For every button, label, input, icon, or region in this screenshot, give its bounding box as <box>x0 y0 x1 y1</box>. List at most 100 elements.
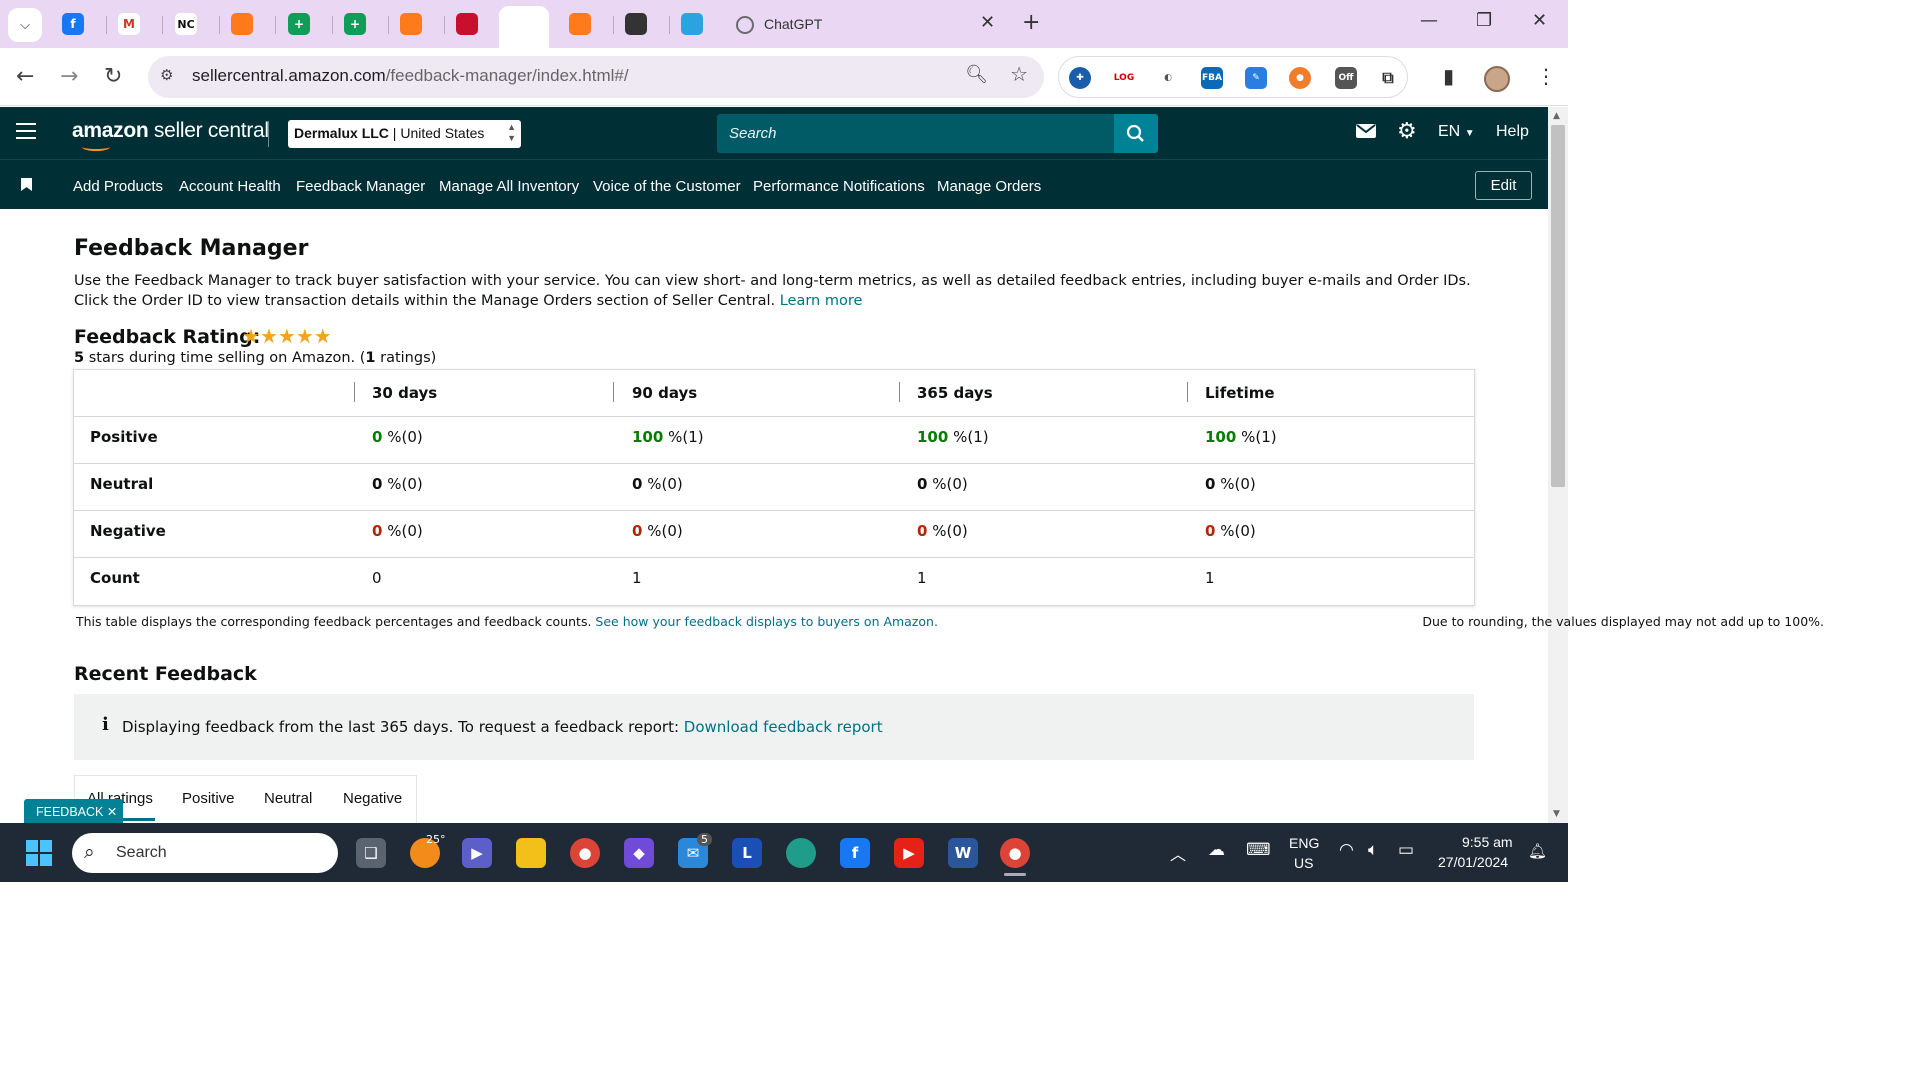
extension-icon[interactable]: ✎ <box>1245 67 1267 89</box>
off-extension-icon[interactable]: Off <box>1335 67 1357 89</box>
facebook-app-icon[interactable]: f <box>840 838 870 868</box>
row-label: Negative <box>90 522 166 540</box>
cell-value: 0 <box>917 522 928 540</box>
volume-icon[interactable]: 🔈︎ <box>1368 840 1378 860</box>
edge-icon[interactable] <box>786 838 816 868</box>
scroll-up-icon[interactable]: ▲ <box>1553 111 1560 121</box>
amazon-seller-central-logo[interactable]: amazon seller central <box>72 119 269 151</box>
nc-icon[interactable]: NC <box>175 13 197 35</box>
url-text[interactable]: sellercentral.amazon.com/feedback-manage… <box>192 66 629 86</box>
tab-amazon-active[interactable] <box>499 6 549 48</box>
minimize-icon[interactable]: — <box>1420 10 1438 31</box>
tab-neutral[interactable]: Neutral <box>264 790 312 807</box>
keyboard-icon[interactable]: ⌨ <box>1246 840 1271 860</box>
new-tab-button[interactable]: + <box>1022 10 1040 35</box>
clock-time[interactable]: 9:55 am <box>1462 834 1513 850</box>
close-icon[interactable]: ✕ <box>107 805 117 819</box>
close-window-icon[interactable]: ✕ <box>1532 10 1547 31</box>
asana-icon[interactable] <box>569 13 591 35</box>
lang-bottom[interactable]: US <box>1294 855 1313 871</box>
login-extension-icon[interactable]: LOG <box>1113 67 1135 89</box>
help-link[interactable]: Help <box>1496 123 1529 141</box>
extension-icon[interactable]: ◐ <box>1157 67 1179 89</box>
gmail-icon[interactable]: M <box>118 13 140 35</box>
asana-icon[interactable] <box>400 13 422 35</box>
sheets-icon[interactable]: + <box>288 13 310 35</box>
tab-chatgpt[interactable]: ChatGPT ✕ <box>728 6 1010 48</box>
search-input[interactable] <box>717 114 1115 153</box>
wifi-icon[interactable]: ◠ <box>1339 840 1354 860</box>
cow-icon[interactable] <box>625 13 647 35</box>
onedrive-icon[interactable]: ☁ <box>1208 840 1225 860</box>
nav-performance-notifications[interactable]: Performance Notifications <box>753 178 925 195</box>
sheets-icon[interactable]: + <box>344 13 366 35</box>
back-icon[interactable]: ← <box>16 64 34 89</box>
edit-nav-button[interactable]: Edit <box>1475 171 1532 200</box>
lang-top[interactable]: ENG <box>1289 835 1319 851</box>
teams-icon[interactable]: ▶ <box>462 838 492 868</box>
sidepanel-icon[interactable]: ▮ <box>1443 64 1454 88</box>
nav-manage-inventory[interactable]: Manage All Inventory <box>439 178 579 195</box>
bookmark-star-icon[interactable]: ☆ <box>1010 62 1028 86</box>
fba-extension-icon[interactable]: FBA <box>1201 67 1223 89</box>
asana-icon[interactable] <box>231 13 253 35</box>
nav-account-health[interactable]: Account Health <box>179 178 281 195</box>
cell-value: 1 <box>632 569 642 587</box>
vpn-icon[interactable] <box>456 13 478 35</box>
tab-search-dropdown[interactable]: ⌵ <box>8 8 42 42</box>
feedback-widget-button[interactable]: FEEDBACK ✕ <box>24 799 123 824</box>
scrollbar-thumb[interactable] <box>1551 125 1565 487</box>
restore-icon[interactable]: ❐ <box>1476 10 1492 31</box>
col-90-days: 90 days <box>632 384 698 402</box>
tab-positive[interactable]: Positive <box>182 790 235 807</box>
nav-manage-orders[interactable]: Manage Orders <box>937 178 1041 195</box>
buyer-display-link[interactable]: See how your feedback displays to buyers… <box>595 614 938 629</box>
search-box[interactable] <box>717 114 1115 153</box>
puzzle-icon[interactable]: ⧉ <box>1377 67 1399 89</box>
cell-value: 0 <box>1205 475 1216 493</box>
settings-gear-icon[interactable]: ⚙ <box>1397 119 1417 144</box>
profile-avatar[interactable] <box>1484 66 1510 92</box>
word-icon[interactable]: W <box>948 838 978 868</box>
chrome-profile-icon[interactable]: ● <box>1000 838 1030 868</box>
tab-negative[interactable]: Negative <box>343 790 402 807</box>
taskbar-search[interactable]: ⌕ Search <box>72 833 338 873</box>
nav-feedback-manager[interactable]: Feedback Manager <box>296 178 425 195</box>
task-view-icon[interactable]: ❑ <box>356 838 386 868</box>
nav-voice-of-customer[interactable]: Voice of the Customer <box>593 178 741 195</box>
page-scrollbar[interactable]: ▲ ▼ <box>1548 107 1568 823</box>
forward-icon[interactable]: → <box>60 64 78 89</box>
facebook-icon[interactable]: f <box>62 13 84 35</box>
reload-icon[interactable]: ↻ <box>104 64 122 89</box>
address-bar[interactable]: ⚙ sellercentral.amazon.com/feedback-mana… <box>148 56 1044 98</box>
learn-more-link[interactable]: Learn more <box>780 293 863 309</box>
language-selector[interactable]: EN ▼ <box>1438 123 1475 141</box>
extension-icon[interactable]: ✚ <box>1069 67 1091 89</box>
copilot-icon[interactable]: ◆ <box>624 838 654 868</box>
search-button[interactable] <box>1114 114 1158 153</box>
windows-start-icon[interactable] <box>26 840 53 867</box>
l-app-icon[interactable]: L <box>732 838 762 868</box>
star-icon: ★ <box>295 324 314 348</box>
download-report-link[interactable]: Download feedback report <box>684 718 883 736</box>
close-tab-icon[interactable]: ✕ <box>980 12 995 33</box>
zoom-icon[interactable]: 🔍︎ <box>965 64 988 85</box>
clock-date[interactable]: 27/01/2024 <box>1438 854 1508 870</box>
nav-add-products[interactable]: Add Products <box>73 178 163 195</box>
tray-chevron-up-icon[interactable]: ︿ <box>1170 841 1186 865</box>
chrome-icon[interactable]: ● <box>570 838 600 868</box>
battery-icon[interactable]: ▭ <box>1398 840 1414 860</box>
bookmark-icon[interactable] <box>21 178 32 191</box>
hamburger-menu-icon[interactable] <box>16 123 36 139</box>
col-lifetime: Lifetime <box>1205 384 1275 402</box>
notification-icon[interactable]: 🔔︎ <box>1528 842 1547 860</box>
site-info-icon[interactable]: ⚙ <box>160 66 180 86</box>
telegram-icon[interactable] <box>681 13 703 35</box>
file-explorer-icon[interactable] <box>516 838 546 868</box>
mail-icon[interactable] <box>1355 121 1377 145</box>
menu-kebab-icon[interactable]: ⋮ <box>1536 64 1556 88</box>
account-switcher[interactable]: Dermalux LLC | United States ▲ ▼ <box>288 120 521 148</box>
scroll-down-icon[interactable]: ▼ <box>1553 809 1560 819</box>
extension-icon[interactable]: ● <box>1289 67 1311 89</box>
youtube-icon[interactable]: ▶ <box>894 838 924 868</box>
